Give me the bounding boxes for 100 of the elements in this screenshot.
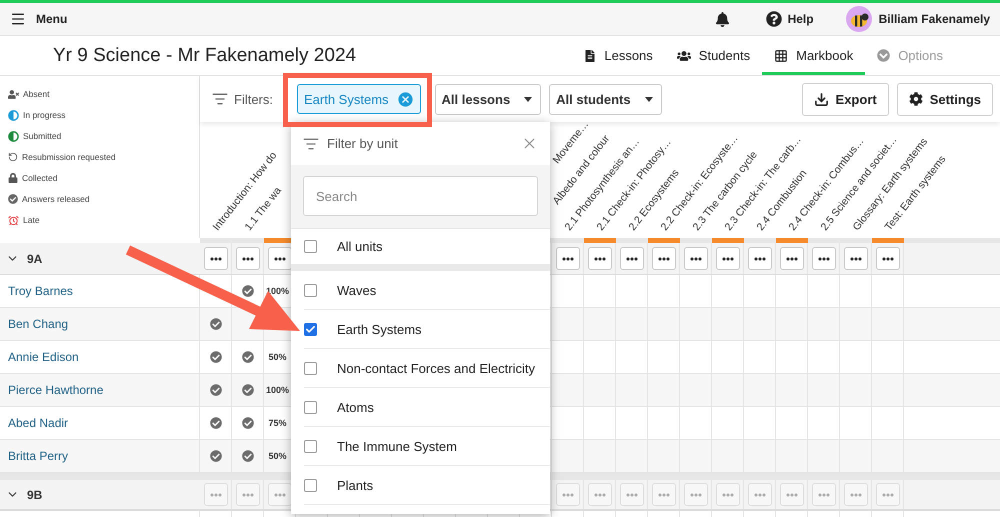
option-label: Plants [337, 478, 374, 492]
undo-arrow-icon [8, 152, 18, 162]
more-icon [818, 257, 830, 261]
more-button[interactable] [652, 247, 676, 270]
option-label: The Immune System [337, 438, 457, 454]
option-label: All units [337, 239, 383, 254]
filter-icon [303, 136, 319, 152]
legend-label: In progress [23, 110, 66, 120]
more-icon [850, 257, 862, 261]
more-button[interactable] [684, 247, 708, 270]
filters-label: Filters: [234, 92, 273, 106]
absent-person-icon [8, 88, 19, 100]
more-button[interactable] [748, 247, 772, 270]
more-button[interactable] [780, 247, 804, 270]
checkbox[interactable] [304, 240, 317, 253]
menu-icon [10, 11, 26, 27]
checkbox[interactable] [304, 440, 317, 452]
checkbox[interactable] [304, 322, 317, 336]
export-button[interactable]: Export [802, 82, 889, 116]
filter-icon [212, 91, 228, 107]
more-icon [882, 257, 894, 261]
more-icon [690, 493, 702, 497]
more-button[interactable] [620, 247, 644, 270]
checkbox[interactable] [304, 284, 317, 296]
more-icon [754, 257, 766, 261]
student-name-link[interactable]: Britta Perry [8, 449, 68, 463]
more-icon [786, 257, 798, 261]
group-toggle[interactable]: 9A [0, 243, 200, 274]
more-icon [594, 493, 606, 497]
nav-tab[interactable]: Lessons [572, 36, 665, 75]
more-icon [210, 257, 222, 261]
score-text: 100% [266, 385, 290, 395]
caret-icon [644, 96, 653, 102]
more-icon [242, 493, 254, 497]
caret-icon [524, 96, 532, 102]
more-icon [786, 493, 798, 497]
nav-tab[interactable]: Markbook [762, 36, 866, 75]
student-name-link[interactable]: Annie Edison [8, 350, 79, 364]
more-icon [274, 493, 286, 497]
user-menu-button[interactable]: Billiam Fakenamely [846, 6, 990, 32]
grid-icon [774, 48, 788, 62]
more-icon [658, 493, 670, 497]
legend-label: Resubmission requested [22, 152, 116, 162]
search-field[interactable]: Search [303, 176, 538, 216]
option-label: Waves [337, 282, 376, 298]
half-circle-icon [8, 110, 19, 120]
more-button[interactable] [236, 247, 260, 270]
student-name-link[interactable]: Pierce Hawthorne [8, 383, 104, 397]
option-label: Earth Systems [337, 322, 422, 336]
legend-label: Late [23, 215, 40, 225]
more-button[interactable] [716, 247, 740, 270]
more-button[interactable] [844, 247, 868, 270]
more-button[interactable] [812, 247, 836, 270]
student-name-link[interactable]: Troy Barnes [8, 284, 73, 298]
page-title: Yr 9 Science - Mr Fakenamely 2024 [53, 44, 356, 66]
more-icon [658, 257, 670, 261]
more-icon [626, 257, 638, 261]
settings-button[interactable]: Settings [896, 82, 993, 116]
more-button[interactable] [204, 247, 228, 270]
score-text: 50% [268, 352, 286, 362]
settings-icon [908, 92, 923, 106]
more-icon [562, 493, 574, 497]
more-icon [562, 257, 574, 261]
menu-button[interactable]: Menu [8, 9, 70, 29]
document-icon [584, 50, 596, 62]
score-text: 50% [268, 451, 286, 461]
checkbox[interactable] [304, 362, 317, 374]
more-button[interactable] [876, 247, 900, 270]
legend-label: Answers released [22, 194, 90, 204]
student-name-link[interactable]: Abed Nadir [8, 416, 68, 430]
checkbox[interactable] [304, 478, 317, 492]
more-icon [210, 493, 222, 497]
remove-icon [396, 90, 414, 108]
more-button[interactable] [588, 247, 612, 270]
filter-dropdown[interactable]: All lessons [434, 84, 542, 114]
filter-chip[interactable]: Earth Systems [297, 84, 421, 114]
more-icon [690, 257, 702, 261]
option-label: Atoms [337, 400, 374, 414]
bee-avatar-icon [846, 6, 872, 32]
legend-label: Submitted [23, 131, 62, 141]
filter-dropdown[interactable]: All students [549, 84, 662, 114]
people-icon [676, 48, 691, 62]
lock-icon [8, 173, 18, 183]
nav-tab[interactable]: Students [664, 36, 762, 75]
more-icon [242, 257, 254, 261]
more-icon [594, 257, 606, 261]
alarm-clock-icon [8, 214, 19, 226]
bell-icon [714, 12, 730, 26]
more-icon [754, 493, 766, 497]
score-text: 75% [268, 418, 286, 428]
checkbox[interactable] [304, 400, 317, 414]
help-button[interactable]: Help [760, 10, 820, 28]
more-icon [850, 493, 862, 497]
popup-title: Filter by unit [327, 136, 399, 151]
more-icon [882, 493, 894, 497]
more-button[interactable] [556, 247, 580, 270]
half-circle-icon [8, 130, 19, 142]
student-name-link[interactable]: Ben Chang [8, 317, 68, 331]
more-icon [818, 493, 830, 497]
more-button[interactable] [268, 247, 292, 270]
